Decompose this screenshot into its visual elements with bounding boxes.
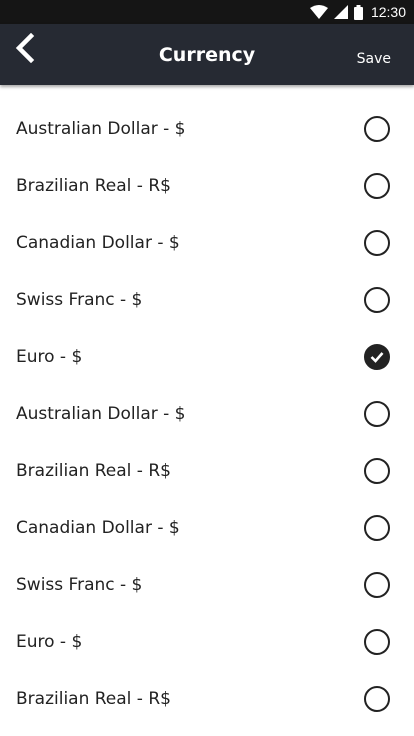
currency-label: Swiss Franc - $ <box>16 574 143 595</box>
radio-button[interactable] <box>364 229 390 256</box>
currency-option[interactable]: Swiss Franc - $ <box>0 556 414 613</box>
app-bar: Currency Save <box>0 24 414 85</box>
battery-icon <box>353 4 363 20</box>
currency-label: Euro - $ <box>16 631 83 652</box>
currency-option[interactable]: Brazilian Real - R$ <box>0 670 414 727</box>
status-bar: 12:30 <box>0 0 414 24</box>
radio-button[interactable] <box>364 628 390 655</box>
currency-option[interactable]: Euro - $ <box>0 613 414 670</box>
currency-label: Brazilian Real - R$ <box>16 460 171 481</box>
save-button[interactable]: Save <box>357 51 391 67</box>
currency-option[interactable]: Euro - $ <box>0 328 414 385</box>
currency-label: Canadian Dollar - $ <box>16 517 180 538</box>
currency-label: Brazilian Real - R$ <box>16 175 171 196</box>
currency-label: Swiss Franc - $ <box>16 289 143 310</box>
radio-button[interactable] <box>364 571 390 598</box>
radio-button[interactable] <box>364 457 390 484</box>
currency-option[interactable]: Brazilian Real - R$ <box>0 157 414 214</box>
currency-label: Euro - $ <box>16 346 83 367</box>
currency-label: Australian Dollar - $ <box>16 118 186 139</box>
currency-option[interactable]: Swiss Franc - $ <box>0 271 414 328</box>
radio-button[interactable] <box>364 286 390 313</box>
radio-button[interactable] <box>364 172 390 199</box>
status-time: 12:30 <box>370 4 406 20</box>
currency-option[interactable]: Brazilian Real - R$ <box>0 442 414 499</box>
radio-button[interactable] <box>364 514 390 541</box>
currency-label: Brazilian Real - R$ <box>16 688 171 709</box>
currency-option[interactable]: Canadian Dollar - $ <box>0 499 414 556</box>
page-title: Currency <box>158 44 256 66</box>
signal-icon <box>333 5 348 19</box>
radio-button[interactable] <box>364 115 390 142</box>
checkmark-icon <box>370 351 384 363</box>
radio-button-checked[interactable] <box>364 343 390 370</box>
currency-list: Australian Dollar - $ Brazilian Real - R$… <box>0 100 414 727</box>
radio-button[interactable] <box>364 400 390 427</box>
currency-label: Canadian Dollar - $ <box>16 232 180 253</box>
currency-label: Australian Dollar - $ <box>16 403 186 424</box>
currency-option[interactable]: Australian Dollar - $ <box>0 385 414 442</box>
wifi-icon <box>309 5 328 19</box>
currency-option[interactable]: Australian Dollar - $ <box>0 100 414 157</box>
currency-option[interactable]: Canadian Dollar - $ <box>0 214 414 271</box>
radio-button[interactable] <box>364 685 390 712</box>
